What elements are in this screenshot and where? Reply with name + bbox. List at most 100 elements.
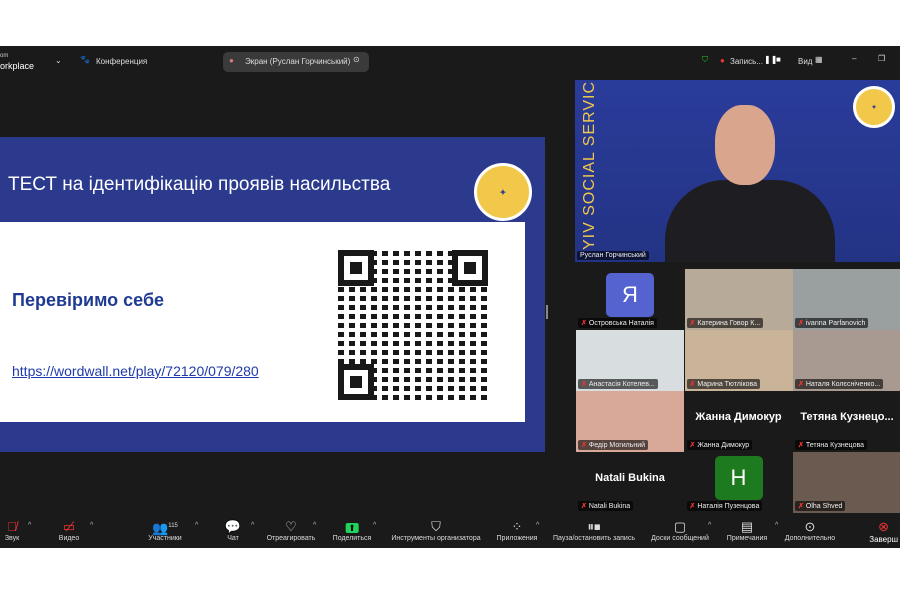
participants-button[interactable]: 👥115 Участники [148, 518, 181, 542]
more-button[interactable]: ⊙ Дополнительно [785, 518, 835, 542]
chevron-down-icon[interactable]: ⌄ [55, 56, 62, 65]
participant-tile[interactable]: Тетяна Кузнецо... ✗ Тетяна Кузнецова [793, 391, 900, 452]
participant-name-tag: ✗ Natali Bukina [578, 501, 634, 511]
more-icon[interactable]: ⊙ [353, 55, 360, 64]
whiteboard-icon: ▢ [673, 519, 687, 534]
participant-name-tag: ✗ Катерина Говор К... [686, 318, 764, 328]
split-handle[interactable] [546, 305, 548, 319]
react-caret[interactable]: ^ [313, 522, 316, 529]
audio-button[interactable]: 🎙̸ Звук [5, 518, 19, 542]
react-button[interactable]: ♡ Отреагировать [267, 518, 316, 542]
mic-muted-icon: ✗ [689, 320, 696, 327]
mic-muted-icon: ✗ [581, 381, 587, 388]
participants-caret[interactable]: ^ [195, 522, 198, 529]
slide-panel: Перевіримо себе https://wordwall.net/pla… [0, 222, 525, 422]
chat-button[interactable]: 💬 Чат [225, 518, 241, 542]
slide-heading: Перевіримо себе [12, 290, 165, 310]
mic-muted-icon: ✗ [798, 442, 804, 449]
participant-name-tag: ✗ ivanna Parfanovich [795, 318, 869, 328]
notes-caret[interactable]: ^ [775, 522, 778, 529]
mic-muted-icon: ✗ [798, 320, 804, 327]
participant-tile[interactable]: ✗ ivanna Parfanovich [793, 269, 900, 330]
video-off-icon: ▭̸ [62, 519, 76, 534]
stop-icon[interactable]: ■ [776, 55, 781, 64]
participant-display-name: Natali Bukina [595, 472, 665, 484]
participant-name-tag: ✗ Федір Могильний [578, 440, 649, 450]
participant-name-tag: ✗ Olha Shved [795, 501, 846, 511]
participant-avatar: Я [606, 273, 654, 317]
notes-icon: ▤ [740, 519, 754, 534]
quiz-link[interactable]: https://wordwall.net/play/72120/079/280 [12, 363, 259, 379]
speaker-head [715, 105, 775, 185]
end-button[interactable]: ⊗ Заверш [869, 518, 898, 544]
pause-stop-icon: ⏸⏹ [587, 519, 601, 534]
zoom-logo: om orkplace [0, 53, 35, 71]
participant-display-name: Жанна Димокур [695, 411, 782, 423]
participant-display-name: Тетяна Кузнецо... [800, 411, 894, 423]
speaker-video: YIV SOCIAL SERVICES ✦ Руслан Горчинський [575, 80, 900, 262]
participant-tile[interactable]: Natali Bukina ✗ Natali Bukina [576, 452, 684, 513]
apps-caret[interactable]: ^ [536, 522, 539, 529]
end-icon: ⊗ [878, 519, 890, 534]
shield-icon: ⛉ [431, 519, 441, 534]
participant-name-tag: ✗ Жанна Димокур [686, 440, 753, 450]
organization-logo: ✦ [853, 86, 895, 128]
banner-text: YIV SOCIAL SERVICES [581, 80, 598, 250]
chat-icon: 💬 [224, 519, 242, 534]
participant-tile[interactable]: ✗ Наталя Колєсніченко... [793, 330, 900, 391]
share-button[interactable]: ⬆ Поделиться [333, 518, 371, 542]
participant-tile[interactable]: H ✗ Наталія Пузенцова [684, 452, 793, 513]
restore-icon[interactable]: ❐ [878, 54, 885, 63]
record-dot-icon: ● [720, 56, 725, 65]
shared-slide: ТЕСТ на ідентифікацію проявів насильства… [0, 137, 545, 452]
participants-icon: 👥115 [152, 520, 178, 536]
mic-muted-icon: ✗ [581, 442, 587, 449]
participant-tile[interactable]: Жанна Димокур ✗ Жанна Димокур [684, 391, 793, 452]
mic-muted-icon: ✗ [798, 381, 804, 388]
participant-tile[interactable]: ✗ Федір Могильний [576, 391, 684, 452]
minimize-icon[interactable]: – [852, 54, 856, 63]
screen-share-pill[interactable]: ● Экран (Руслан Горчинський) ⊙ [223, 52, 369, 72]
mic-muted-icon: ✗ [689, 381, 696, 388]
paw-icon: 🐾 [80, 55, 90, 64]
whiteboards-button[interactable]: ▢ Доски сообщений [651, 518, 709, 542]
speaker-name: Руслан Горчинський [577, 251, 649, 260]
participant-tile[interactable]: ✗ Анастасія Котелев... [576, 330, 684, 391]
pause-record-button[interactable]: ⏸⏹ Пауза/остановить запись [553, 518, 635, 542]
audio-caret[interactable]: ^ [28, 522, 31, 529]
more-icon: ⊙ [804, 519, 816, 534]
qr-code [338, 250, 488, 400]
notes-button[interactable]: ▤ Примечания [727, 518, 767, 542]
host-tools-button[interactable]: ⛉ Инструменты организатора [391, 518, 480, 542]
record-status: Запись... [730, 57, 763, 66]
mic-muted-icon: ✗ [581, 503, 587, 510]
whiteboards-caret[interactable]: ^ [708, 522, 711, 529]
shield-check-icon: ⛉ [702, 55, 708, 64]
video-button[interactable]: ▭̸ Видео [59, 518, 79, 542]
mic-muted-icon: ✗ [689, 503, 696, 510]
top-bar: om orkplace ⌄ 🐾 Конференция ● Экран (Русла… [0, 46, 900, 78]
speaker-body [665, 180, 835, 262]
meeting-label[interactable]: Конференция [96, 57, 147, 66]
view-grid-icon[interactable]: ▦ [815, 55, 823, 64]
participant-name-tag: ✗ Наталя Колєсніченко... [795, 379, 884, 389]
chat-caret[interactable]: ^ [251, 522, 254, 529]
participant-tile[interactable]: ✗ Катерина Говор К... [684, 269, 793, 330]
participant-name-tag: ✗ Островська Наталія [578, 318, 657, 328]
participant-name-tag: ✗ Наталія Пузенцова [686, 501, 763, 511]
participant-tile[interactable]: ✗ Olha Shved [793, 452, 900, 513]
apps-button[interactable]: ⁘ Приложения [497, 518, 538, 542]
participant-tile[interactable]: ✗ Марина Тютлікова [684, 330, 793, 391]
video-caret[interactable]: ^ [90, 522, 93, 529]
meeting-toolbar: 🎙̸ Звук ^ ▭̸ Видео ^ 👥115 Участники ^ 💬 Чат … [0, 514, 900, 548]
participant-avatar: H [714, 456, 763, 500]
mic-muted-icon: 🎙̸ [7, 519, 17, 534]
share-caret[interactable]: ^ [373, 522, 376, 529]
mic-muted-icon: ✗ [581, 320, 587, 327]
participant-name-tag: ✗ Тетяна Кузнецова [795, 440, 868, 450]
view-button[interactable]: Вид [798, 57, 812, 66]
participant-tile[interactable]: Я ✗ Островська Наталія [576, 269, 684, 330]
mic-muted-icon: ✗ [798, 503, 804, 510]
slide-title: ТЕСТ на ідентифікацію проявів насильства [8, 174, 391, 195]
organization-logo: ✦ [474, 163, 532, 221]
